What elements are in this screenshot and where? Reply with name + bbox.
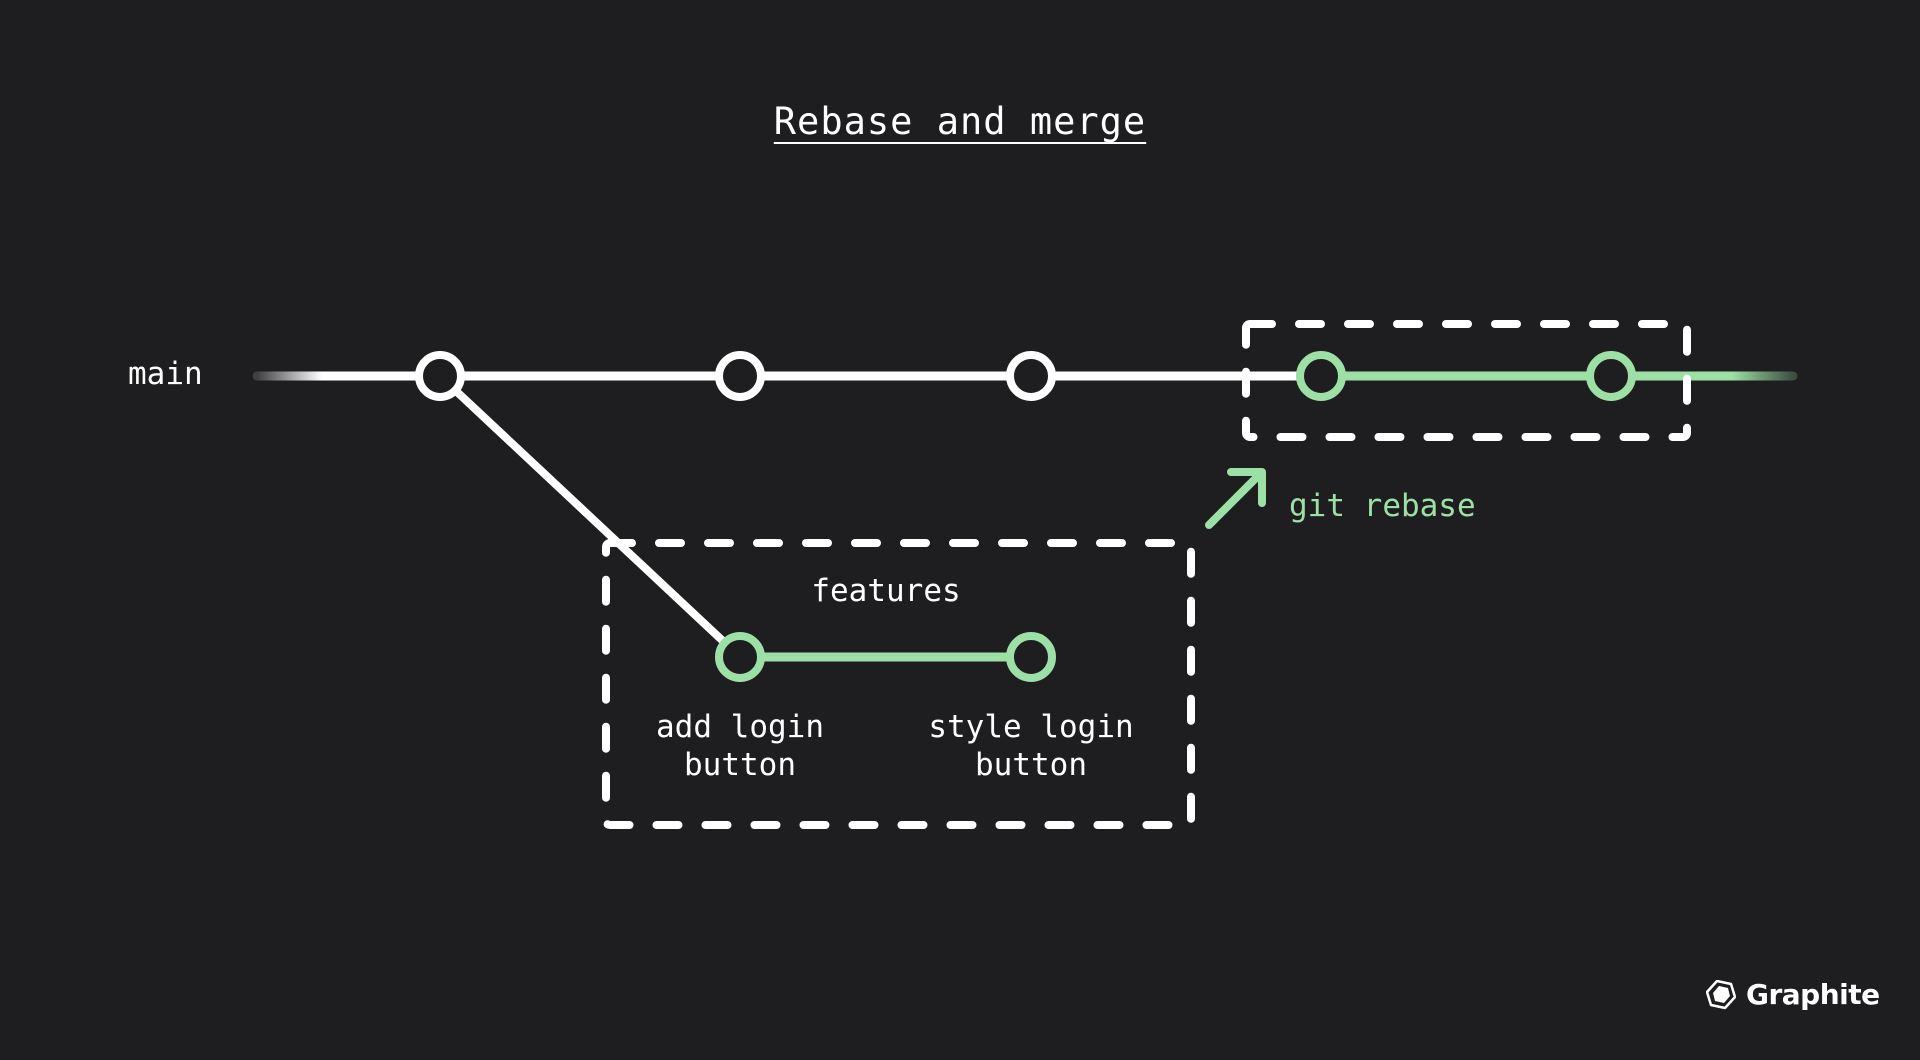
- graphite-logo-text: Graphite: [1746, 978, 1880, 1011]
- main-commit-3[interactable]: [1006, 351, 1056, 401]
- rebased-commit-2[interactable]: [1586, 351, 1636, 401]
- git-graph: [252, 320, 1798, 829]
- feature-commit-2[interactable]: [1006, 632, 1056, 682]
- feature-commit-1[interactable]: [715, 632, 765, 682]
- arrow-up-right-icon: [1205, 468, 1266, 529]
- main-commit-2[interactable]: [715, 351, 765, 401]
- commit-label-style-login: style login button: [928, 709, 1134, 783]
- rebased-commit-1[interactable]: [1296, 351, 1346, 401]
- graphite-logo: Graphite: [1706, 978, 1880, 1011]
- graphite-hexagon-icon: [1706, 979, 1736, 1009]
- features-branch-label: features: [811, 573, 961, 609]
- branch-line: [437, 373, 743, 660]
- git-rebase-label: git rebase: [1289, 488, 1476, 524]
- main-commit-1[interactable]: [415, 351, 465, 401]
- main-branch-label: main: [128, 356, 203, 392]
- commit-label-add-login: add login button: [656, 709, 824, 783]
